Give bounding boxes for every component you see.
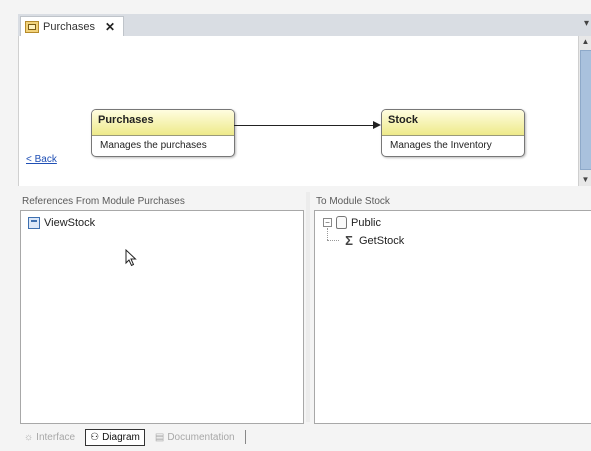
list-item[interactable]: ViewStock [28, 217, 95, 229]
interface-icon: ☼ [24, 431, 34, 443]
module-title: Stock [382, 110, 524, 136]
tab-diagram[interactable]: ⚇ Diagram [85, 428, 145, 446]
references-pane-header: References From Module Purchases [22, 196, 185, 207]
tree-node-label: GetStock [359, 234, 405, 247]
tab-documentation[interactable]: ▤ Documentation [151, 430, 239, 445]
module-diagram-canvas[interactable]: Purchases Manages the purchases Stock Ma… [18, 36, 579, 186]
collapse-icon[interactable]: − [323, 218, 332, 227]
module-description: Manages the purchases [100, 140, 207, 151]
references-list[interactable]: ViewStock [20, 210, 304, 424]
module-title: Purchases [92, 110, 234, 136]
tab-label: Diagram [102, 431, 140, 443]
diagram-icon: ⚇ [90, 431, 100, 443]
hand-icon [336, 216, 347, 229]
vertical-scrollbar[interactable]: ▲ ▼ [578, 36, 591, 186]
target-pane-header: To Module Stock [316, 196, 390, 207]
reference-connector-line [234, 125, 374, 126]
target-module-tree[interactable]: − Public Σ GetStock [314, 210, 591, 424]
arrowhead-icon [373, 121, 381, 129]
procedure-icon: Σ [345, 233, 353, 248]
scroll-up-icon[interactable]: ▲ [579, 36, 591, 48]
module-box-stock[interactable]: Stock Manages the Inventory [381, 109, 525, 157]
list-item-label: ViewStock [44, 217, 96, 229]
close-icon[interactable]: ✕ [105, 20, 115, 34]
document-tab-strip: Purchases ✕ ▾ [18, 14, 591, 37]
module-icon [25, 21, 39, 33]
document-tab-label: Purchases [43, 21, 95, 33]
document-tab-purchases[interactable]: Purchases ✕ [20, 16, 125, 37]
mouse-pointer-icon [125, 249, 137, 267]
module-description: Manages the Inventory [390, 140, 492, 151]
tree-node-label: Public [351, 216, 381, 229]
scroll-down-icon[interactable]: ▼ [579, 174, 591, 186]
tab-label: Documentation [167, 431, 235, 443]
tree-guide-line [327, 240, 339, 242]
documentation-icon: ▤ [154, 431, 165, 443]
bottom-tab-bar: ☼ Interface ⚇ Diagram ▤ Documentation [20, 426, 320, 448]
tree-guide-line [327, 228, 329, 240]
module-box-purchases[interactable]: Purchases Manages the purchases [91, 109, 235, 157]
tab-list-dropdown-icon[interactable]: ▾ [584, 18, 589, 29]
pane-splitter[interactable] [306, 192, 310, 422]
tab-interface[interactable]: ☼ Interface [20, 430, 79, 445]
tree-node-getstock[interactable]: Σ GetStock [343, 233, 404, 248]
designer-window: Purchases ✕ ▾ Purchases Manages the purc… [0, 0, 591, 451]
scroll-thumb[interactable] [580, 50, 591, 170]
view-icon [28, 217, 40, 229]
tab-label: Interface [36, 431, 76, 443]
tree-node-public[interactable]: − Public [323, 216, 381, 229]
tab-separator [244, 430, 246, 444]
back-link[interactable]: < Back [26, 154, 57, 165]
